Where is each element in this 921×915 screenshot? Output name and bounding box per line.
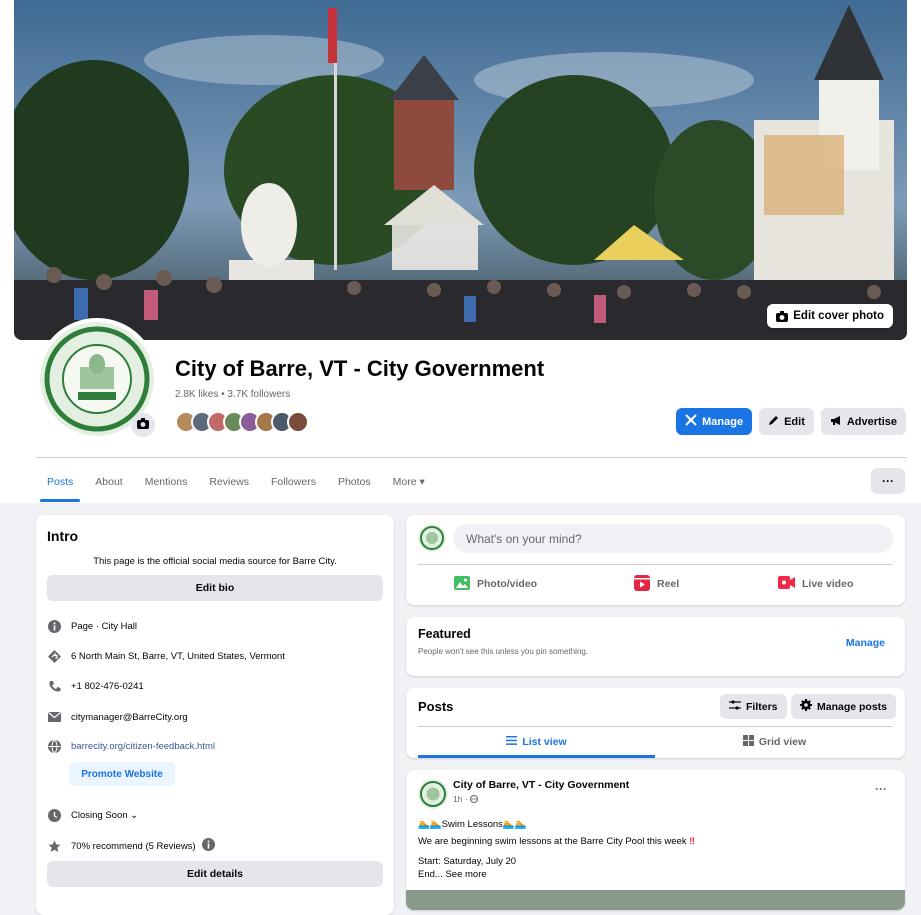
post-timestamp[interactable]: 1h ·: [453, 794, 479, 804]
photo-icon: [454, 575, 470, 593]
live-icon: [778, 576, 795, 592]
status-input[interactable]: What's on your mind?: [453, 524, 893, 553]
clock-icon: [47, 808, 61, 822]
edit-label: Edit: [784, 415, 805, 428]
grid-icon: [742, 735, 754, 749]
manage-button[interactable]: Manage: [676, 408, 753, 435]
update-profile-picture-button[interactable]: [131, 413, 155, 437]
avatar: [287, 411, 309, 433]
post-text-start: Start: Saturday, July 20: [418, 856, 517, 867]
list-view-tab[interactable]: List view: [418, 728, 655, 758]
post-composer: What's on your mind? Photo/video Reel Li…: [406, 515, 905, 605]
post-text-body: We are beginning swim lessons at the Bar…: [418, 836, 695, 847]
page-address: 6 North Main St, Barre, VT, United State…: [47, 649, 285, 663]
post-text-title: 🏊🏊Swim Lessons🏊🏊: [418, 819, 527, 830]
page-actions: Manage Edit Advertise: [676, 408, 906, 435]
page-stats[interactable]: 2.8K likes • 3.7K followers: [175, 389, 290, 400]
camera-icon: [137, 416, 149, 434]
avatar: [418, 524, 446, 552]
featured-title: Featured: [418, 627, 471, 641]
post-card: City of Barre, VT - City Government 1h ·…: [406, 770, 905, 910]
manage-icon: [685, 414, 697, 429]
tab-more[interactable]: More ▾: [382, 462, 436, 502]
grid-view-tab[interactable]: Grid view: [656, 728, 893, 756]
page-email: citymanager@BarreCity.org: [47, 710, 188, 724]
intro-title: Intro: [47, 528, 79, 544]
phone-icon: [47, 679, 61, 693]
follower-avatars[interactable]: [175, 411, 309, 433]
post-image[interactable]: [406, 890, 905, 910]
info-icon[interactable]: [201, 838, 215, 854]
info-icon: [47, 619, 61, 633]
page-category: Page · City Hall: [47, 619, 137, 633]
swim-emoji-icon: 🏊🏊: [502, 819, 527, 830]
filters-button[interactable]: Filters: [720, 694, 787, 719]
post-text-more[interactable]: End... See more: [418, 869, 487, 880]
advertise-button[interactable]: Advertise: [820, 408, 906, 435]
edit-cover-photo-button[interactable]: Edit cover photo: [767, 304, 893, 328]
reel-button[interactable]: Reel: [634, 570, 679, 598]
advertise-label: Advertise: [846, 415, 897, 428]
exclamation-icon: ‼: [689, 836, 695, 847]
tab-photos[interactable]: Photos: [327, 462, 382, 502]
avatar[interactable]: [418, 779, 448, 809]
intro-card: Intro This page is the official social m…: [36, 515, 394, 915]
email-icon: [47, 710, 61, 724]
divider: [36, 457, 907, 458]
camera-icon: [776, 310, 789, 322]
promote-website-button[interactable]: Promote Website: [69, 762, 175, 786]
page-rating: 70% recommend (5 Reviews): [47, 838, 215, 854]
manage-posts-button[interactable]: Manage posts: [791, 694, 897, 719]
filters-icon: [729, 700, 741, 713]
tab-about[interactable]: About: [84, 462, 133, 502]
globe-icon: [47, 739, 61, 753]
tab-followers[interactable]: Followers: [260, 462, 327, 502]
website-link[interactable]: barrecity.org/citizen-feedback.html: [71, 741, 215, 752]
posts-header-card: Posts Filters Manage posts List view Gri…: [406, 688, 905, 758]
featured-subtitle: People won't see this unless you pin som…: [418, 647, 589, 656]
edit-button[interactable]: Edit: [759, 408, 814, 435]
manage-label: Manage: [702, 415, 744, 428]
page-phone: +1 802-476-0241: [47, 679, 144, 693]
live-video-button[interactable]: Live video: [778, 570, 853, 598]
posts-title: Posts: [418, 699, 454, 714]
divider: [418, 726, 893, 727]
featured-manage-link[interactable]: Manage: [846, 637, 885, 649]
megaphone-icon: [830, 415, 842, 429]
more-options-button[interactable]: ···: [871, 468, 905, 494]
cover-photo-image: [14, 0, 907, 340]
edit-cover-photo-label: Edit cover photo: [793, 310, 884, 322]
reel-icon: [634, 574, 650, 594]
intro-bio: This page is the official social media s…: [93, 556, 337, 567]
post-options-button[interactable]: ···: [875, 782, 887, 796]
edit-bio-button[interactable]: Edit bio: [47, 575, 383, 601]
pin-icon: [47, 649, 61, 663]
globe-small-icon: [470, 794, 479, 804]
divider: [418, 564, 893, 565]
featured-card: Featured People won't see this unless yo…: [406, 617, 905, 676]
cover-photo[interactable]: Edit cover photo: [14, 0, 907, 340]
post-author[interactable]: City of Barre, VT - City Government: [453, 779, 629, 791]
page-header: Edit cover photo City of Barre, VT - Cit…: [0, 0, 921, 503]
pencil-icon: [768, 415, 779, 429]
gear-icon: [800, 699, 812, 714]
page-tabs: Posts About Mentions Reviews Followers P…: [36, 462, 436, 502]
photo-video-button[interactable]: Photo/video: [454, 570, 537, 598]
page-website[interactable]: barrecity.org/citizen-feedback.html: [47, 739, 215, 753]
tab-reviews[interactable]: Reviews: [198, 462, 260, 502]
page-hours[interactable]: Closing Soon ⌄: [47, 808, 138, 822]
star-icon: [47, 839, 61, 853]
list-icon: [506, 736, 518, 748]
edit-details-button[interactable]: Edit details: [47, 861, 383, 887]
swim-emoji-icon: 🏊🏊: [418, 819, 442, 830]
tab-mentions[interactable]: Mentions: [134, 462, 199, 502]
page-title: City of Barre, VT - City Government: [175, 356, 545, 381]
tab-posts[interactable]: Posts: [36, 462, 84, 502]
